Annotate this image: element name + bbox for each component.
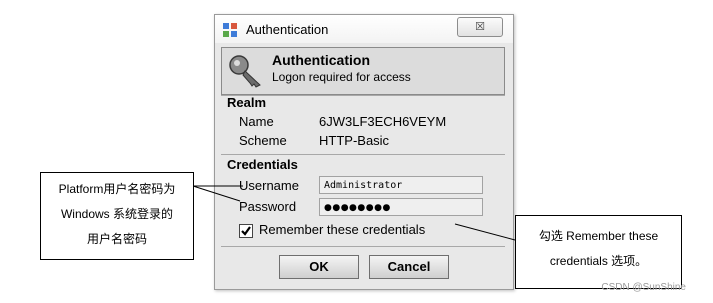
right-annotation-line: credentials 选项。 (549, 254, 648, 268)
left-annotation-box: Platform用户名密码为 Windows 系统登录的 用户名密码 (40, 172, 194, 260)
left-annotation-line: 用户名密码 (86, 232, 147, 246)
right-annotation-box: 勾选 Remember these credentials 选项。 (515, 215, 682, 289)
watermark: CSDN @SunShine (601, 282, 686, 293)
left-annotation-line: Platform用户名密码为 (58, 182, 176, 196)
left-annotation-line: Windows 系统登录的 (60, 207, 173, 221)
right-annotation-line: 勾选 Remember these (538, 229, 659, 243)
